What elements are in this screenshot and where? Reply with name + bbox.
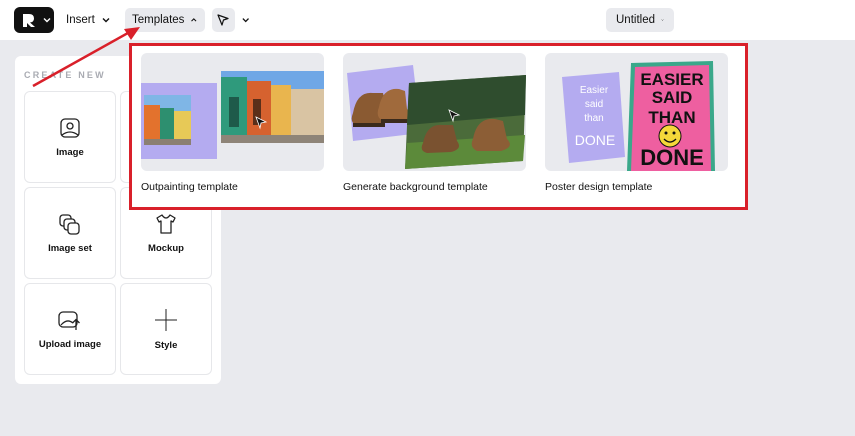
tile-label: Mockup <box>148 242 184 254</box>
create-image-set-tile[interactable]: Image set <box>24 187 116 279</box>
pointer-tool[interactable] <box>212 8 235 32</box>
tile-label: Style <box>154 339 178 351</box>
create-image-tile[interactable]: Image <box>24 91 116 183</box>
templates-label: Templates <box>132 14 185 26</box>
tile-label: Image <box>56 146 84 158</box>
poster-design-thumbnail[interactable]: Easier said than DONE EASIER SAID THAN D… <box>545 53 728 171</box>
templates-dropdown: Outpainting template Generate background… <box>130 43 748 209</box>
poster-big-line: THAN <box>648 108 695 127</box>
poster-big-line: SAID <box>652 88 693 107</box>
create-upload-image-tile[interactable]: Upload image <box>24 283 116 375</box>
poster-small-line: Easier <box>580 85 609 96</box>
poster-design-preview-image: Easier said than DONE EASIER SAID THAN D… <box>562 61 715 171</box>
chevron-down-icon <box>242 18 249 23</box>
chevron-down-icon <box>102 18 110 23</box>
templates-menu-button[interactable]: Templates <box>125 8 205 32</box>
generate-background-preview-image <box>347 65 526 169</box>
poster-small-line: than <box>584 113 603 124</box>
top-toolbar: Insert Templates Untitled <box>0 0 855 40</box>
pointer-cursor-icon <box>217 14 229 26</box>
generate-background-thumbnail[interactable] <box>343 53 526 171</box>
poster-big-line: DONE <box>640 145 704 170</box>
create-style-tile[interactable]: Style <box>120 283 212 375</box>
template-card-outpainting[interactable]: Outpainting template <box>141 53 324 193</box>
chevron-down-icon <box>661 19 664 21</box>
document-title: Untitled <box>616 14 655 26</box>
insert-label: Insert <box>66 14 95 26</box>
poster-small-line: said <box>585 99 603 110</box>
chevron-up-icon <box>191 18 197 22</box>
app-logo[interactable] <box>14 7 54 33</box>
template-card-label: Outpainting template <box>141 181 238 193</box>
document-title-button[interactable]: Untitled <box>606 8 674 32</box>
panel-title: CREATE NEW <box>24 70 106 80</box>
template-card-label: Generate background template <box>343 181 488 193</box>
app-logo-icon <box>23 14 35 27</box>
tile-label: Image set <box>48 242 92 254</box>
select-tool-button[interactable] <box>212 8 250 32</box>
template-card-generate-background[interactable]: Generate background template <box>343 53 526 193</box>
template-card-label: Poster design template <box>545 181 653 193</box>
tile-label: Upload image <box>38 338 102 350</box>
template-card-poster-design[interactable]: Easier said than DONE EASIER SAID THAN D… <box>545 53 728 193</box>
poster-small-line: DONE <box>575 132 615 148</box>
image-set-icon <box>59 213 80 235</box>
style-crosshair-icon <box>155 308 177 331</box>
outpainting-thumbnail[interactable] <box>141 53 324 171</box>
chevron-down-icon <box>43 18 51 23</box>
upload-image-icon <box>58 310 80 330</box>
tshirt-icon <box>156 213 176 234</box>
image-icon <box>60 117 80 138</box>
insert-menu-button[interactable]: Insert <box>60 8 117 32</box>
outpainting-preview-image <box>141 71 324 159</box>
poster-big-line: EASIER <box>640 70 703 89</box>
